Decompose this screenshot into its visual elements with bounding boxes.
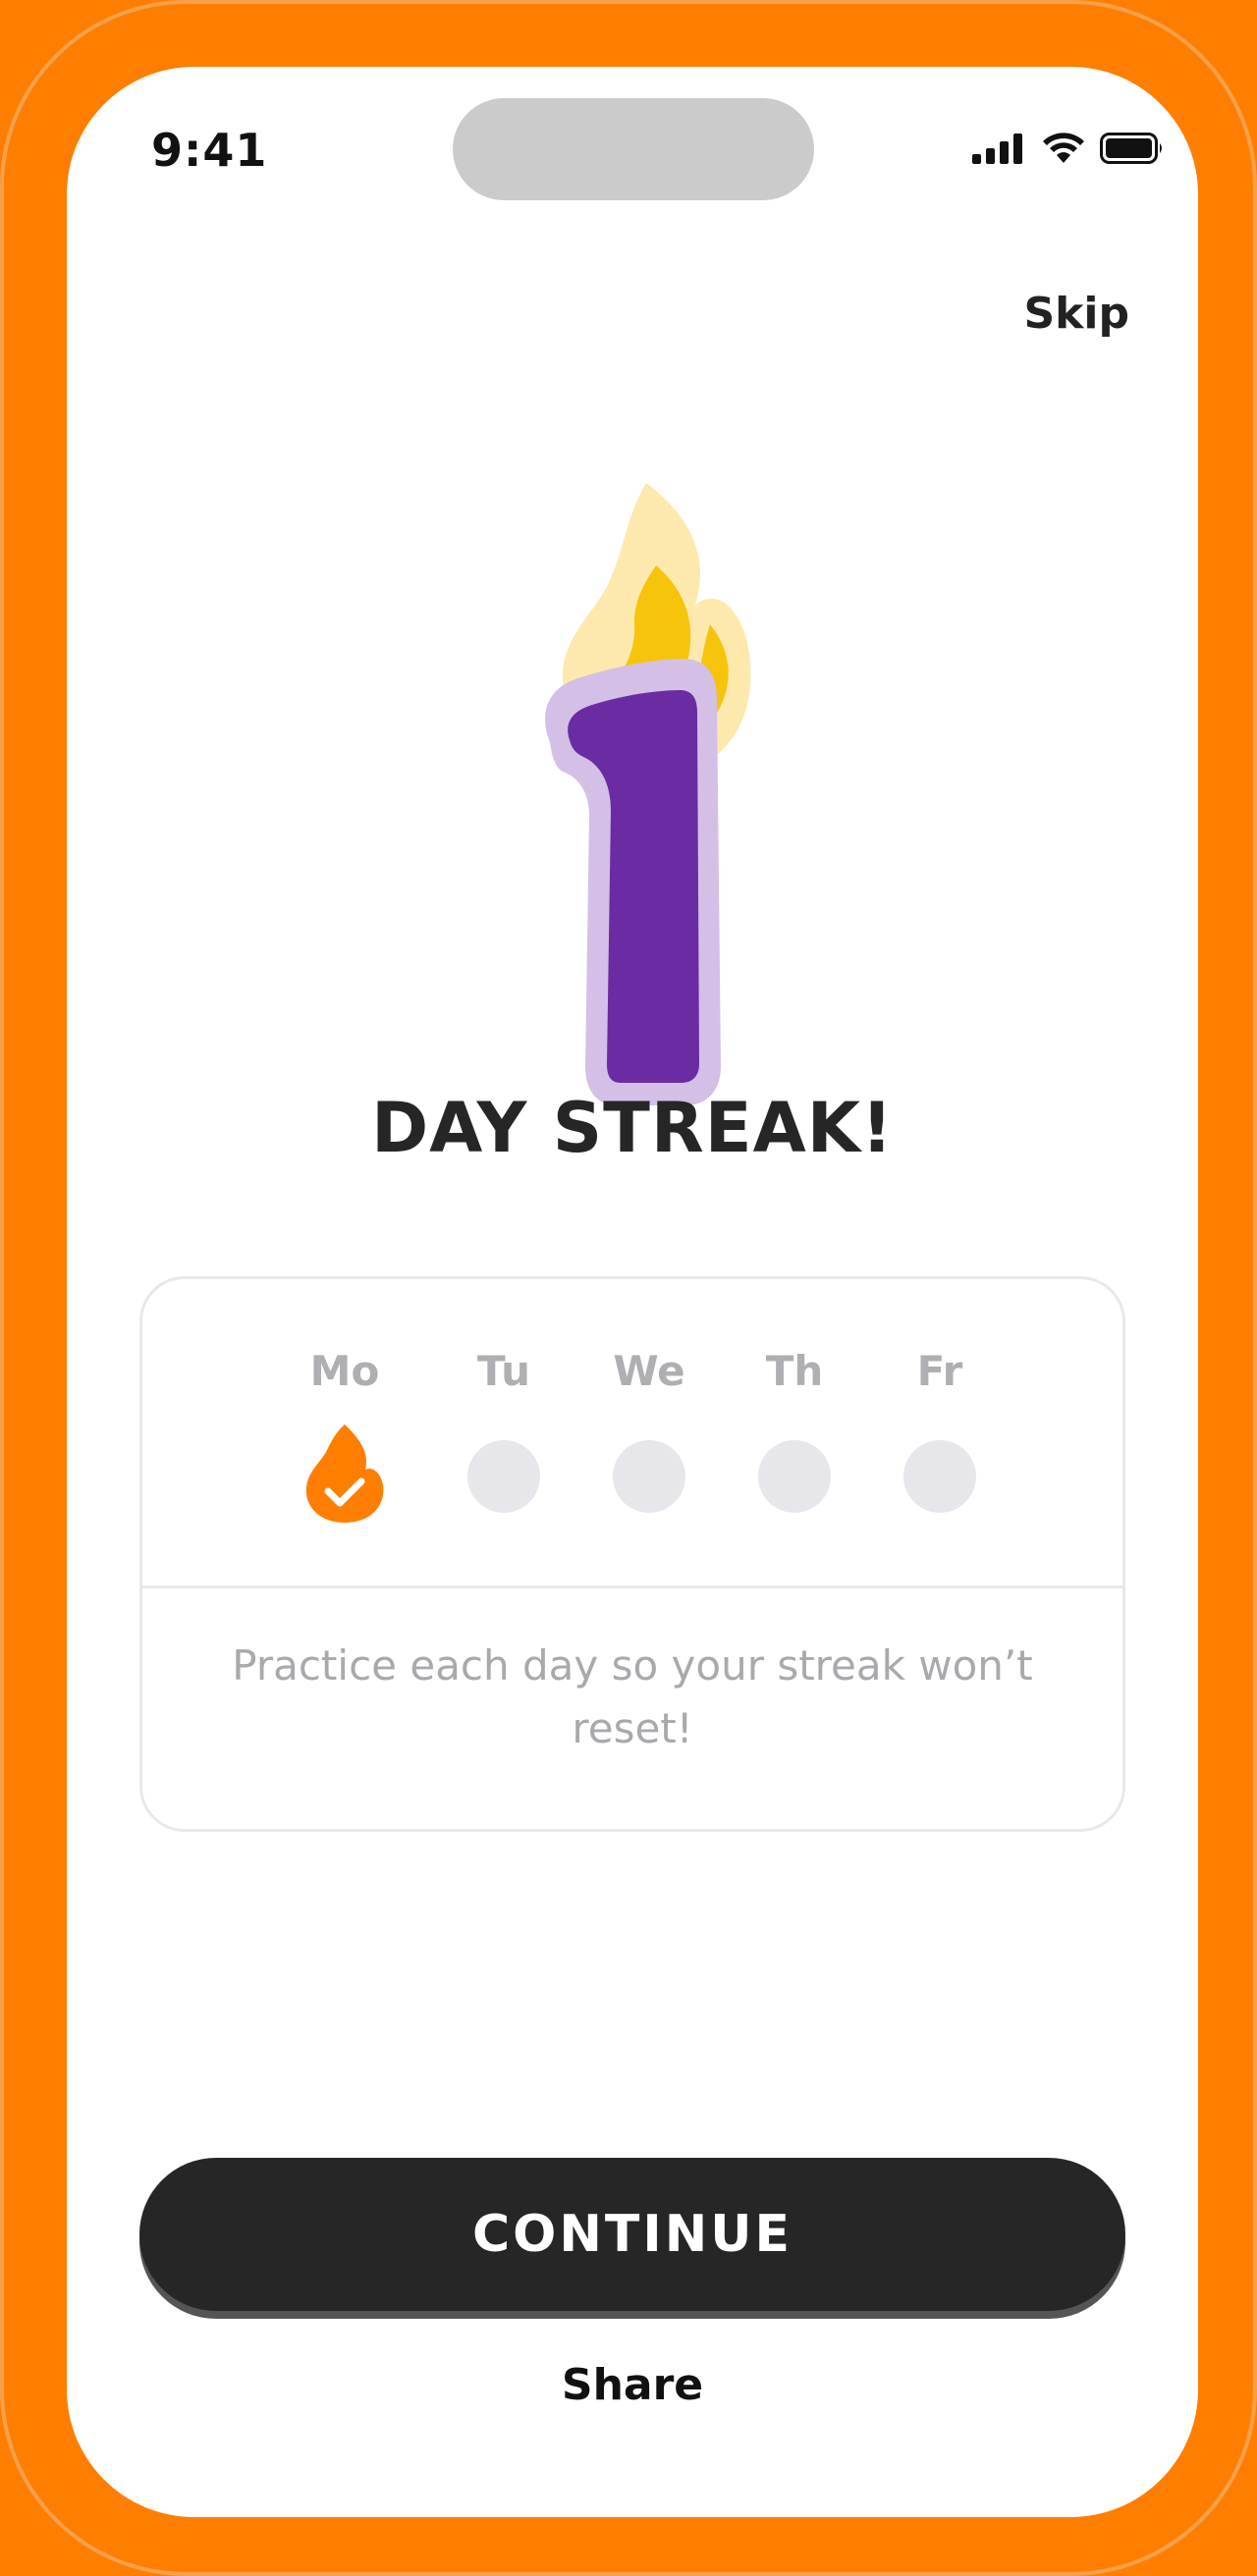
continue-button[interactable]: CONTINUE bbox=[139, 2158, 1125, 2311]
week-days: Mo Tu We Th Fr bbox=[142, 1279, 1122, 1585]
day-status-dot bbox=[467, 1440, 540, 1513]
streak-title: DAY STREAK! bbox=[371, 1088, 894, 1168]
phone-screen: 9:41 Skip DAY STREAK! Mo Tu We Th Fr Pra… bbox=[67, 67, 1198, 2517]
battery-icon bbox=[1100, 133, 1162, 164]
day-status-dot bbox=[903, 1440, 976, 1513]
day-label: We bbox=[613, 1347, 685, 1395]
cellular-signal-icon bbox=[972, 134, 1022, 164]
day-label: Fr bbox=[916, 1347, 963, 1395]
day-status-dot bbox=[613, 1440, 685, 1513]
day-monday: Mo bbox=[286, 1344, 404, 1527]
day-label: Tu bbox=[477, 1347, 530, 1395]
wifi-icon bbox=[1043, 133, 1084, 163]
status-time: 9:41 bbox=[151, 124, 268, 177]
weekly-streak-card: Mo Tu We Th Fr Practice each day so your… bbox=[139, 1276, 1125, 1832]
streak-message: Practice each day so your streak won’t r… bbox=[232, 1641, 1033, 1752]
status-icons bbox=[972, 132, 1165, 165]
day-thursday: Th bbox=[736, 1344, 853, 1513]
day-tuesday: Tu bbox=[445, 1344, 563, 1513]
share-button[interactable]: Share bbox=[67, 2360, 1198, 2410]
day-label: Th bbox=[765, 1347, 824, 1395]
dynamic-island bbox=[453, 98, 814, 200]
flame-check-icon bbox=[305, 1424, 384, 1523]
streak-number-one bbox=[545, 659, 721, 1105]
day-label: Mo bbox=[309, 1347, 380, 1395]
streak-hero bbox=[509, 477, 803, 1115]
day-friday: Fr bbox=[881, 1344, 999, 1513]
day-status-dot bbox=[758, 1440, 831, 1513]
skip-button[interactable]: Skip bbox=[1023, 289, 1129, 339]
day-wednesday: We bbox=[590, 1344, 708, 1513]
device-frame: 9:41 Skip DAY STREAK! Mo Tu We Th Fr Pra… bbox=[0, 0, 1257, 2576]
card-divider bbox=[142, 1585, 1122, 1588]
